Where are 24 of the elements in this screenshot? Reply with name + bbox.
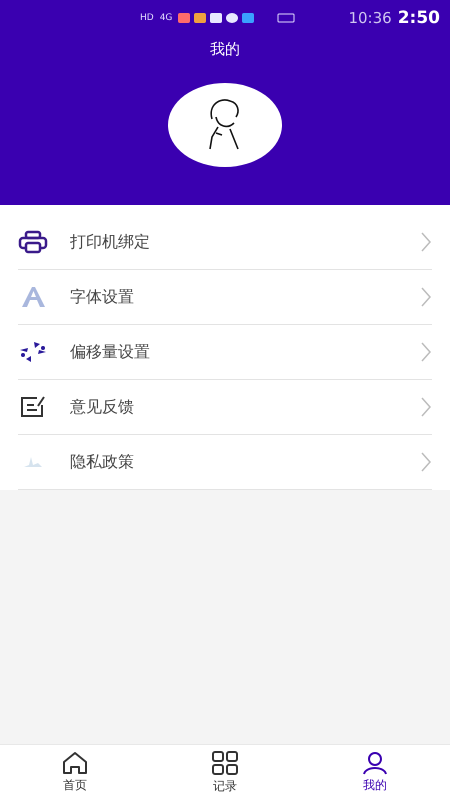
overlay-time: 2:50	[398, 8, 440, 28]
chevron-right-icon	[420, 231, 432, 253]
chevron-right-icon	[420, 341, 432, 363]
grid-icon	[211, 750, 239, 776]
chevron-right-icon	[420, 396, 432, 418]
status-label: 4G	[160, 13, 172, 23]
avatar[interactable]	[168, 83, 282, 167]
chevron-right-icon	[420, 451, 432, 473]
menu-item[interactable]: 打印机绑定	[18, 215, 432, 270]
status-time: 10:36	[348, 9, 392, 27]
menu-item[interactable]: 偏移量设置	[18, 325, 432, 380]
arrows-icon	[18, 340, 48, 364]
menu-item[interactable]: 隐私政策	[18, 435, 432, 490]
nav-tab[interactable]: 我的	[300, 745, 450, 800]
nav-tab[interactable]: 记录	[150, 745, 300, 800]
page-title: 我的	[210, 40, 240, 59]
person-icon	[361, 751, 389, 775]
printer-icon	[18, 230, 48, 254]
menu-item[interactable]: 意见反馈	[18, 380, 432, 435]
chevron-right-icon	[420, 286, 432, 308]
home-icon	[61, 751, 89, 775]
menu-item[interactable]: 字体设置	[18, 270, 432, 325]
nav-tab[interactable]: 首页	[0, 745, 150, 800]
status-label: HD	[140, 13, 154, 23]
